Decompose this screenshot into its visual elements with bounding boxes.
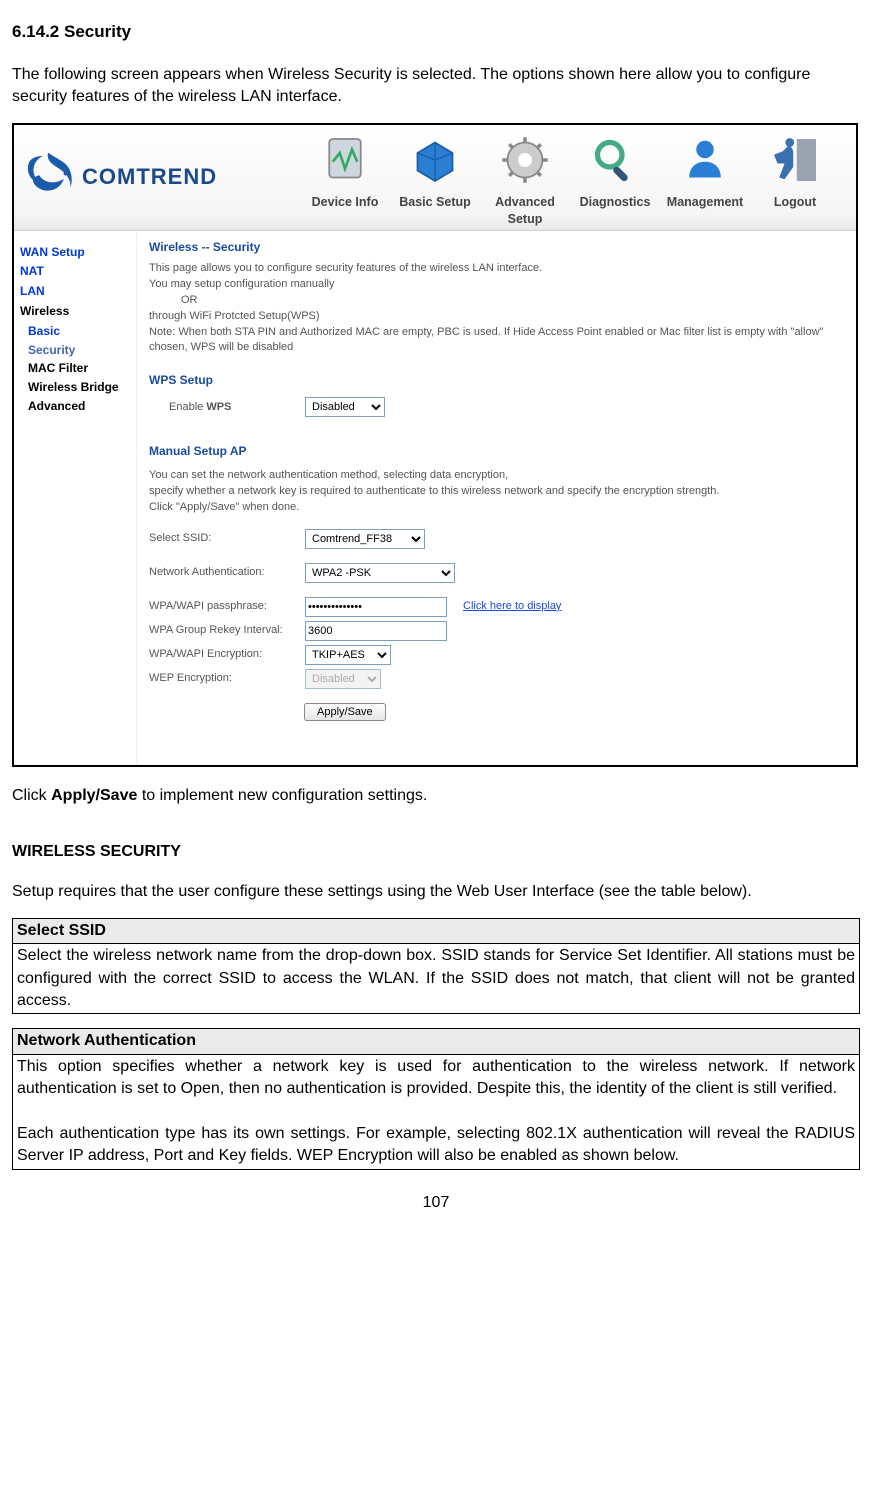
ssid-label: Select SSID:	[149, 531, 299, 546]
ssid-table-body: Select the wireless network name from th…	[13, 944, 860, 1014]
rekey-label: WPA Group Rekey Interval:	[149, 623, 299, 638]
content-title: Wireless -- Security	[149, 239, 848, 256]
logo-text: COMTREND	[82, 162, 217, 193]
auth-table-header: Network Authentication	[13, 1029, 860, 1054]
sidebar-wireless-bridge[interactable]: Wireless Bridge	[28, 379, 132, 396]
logo-swirl-icon	[20, 149, 76, 205]
auth-table: Network Authentication This option speci…	[12, 1028, 860, 1169]
enc-select[interactable]: TKIP+AES	[305, 645, 391, 665]
ssid-table-header: Select SSID	[13, 918, 860, 943]
top-nav: Device Info Basic Setup Advanced Setup D…	[300, 126, 840, 229]
nav-diagnostics[interactable]: Diagnostics	[570, 126, 660, 229]
router-screenshot: COMTREND Device Info Basic Setup Advance…	[12, 123, 858, 767]
nav-label: Device Info	[300, 194, 390, 212]
content-p2: You may setup configuration manually	[149, 277, 848, 292]
wps-header: WPS Setup	[149, 372, 848, 389]
device-info-icon	[300, 126, 390, 194]
apply-save-button[interactable]: Apply/Save	[304, 703, 386, 721]
manual-header: Manual Setup AP	[149, 443, 848, 460]
pass-display-link[interactable]: Click here to display	[463, 599, 561, 614]
auth-label: Network Authentication:	[149, 565, 299, 580]
content-p1: This page allows you to configure securi…	[149, 261, 848, 276]
diagnostics-icon	[570, 126, 660, 194]
sidebar-nat[interactable]: NAT	[20, 263, 132, 280]
manual-p2: specify whether a network key is require…	[149, 484, 848, 499]
logo: COMTREND	[20, 149, 290, 205]
ssid-table: Select SSID Select the wireless network …	[12, 918, 860, 1015]
wireless-security-heading: WIRELESS SECURITY	[12, 841, 860, 863]
manual-p1: You can set the network authentication m…	[149, 468, 848, 483]
topbar: COMTREND Device Info Basic Setup Advance…	[14, 125, 856, 231]
wep-select: Disabled	[305, 669, 381, 689]
wps-label: Enable WPS	[149, 400, 299, 415]
content-panel: Wireless -- Security This page allows yo…	[137, 231, 856, 766]
sidebar-basic[interactable]: Basic	[28, 323, 132, 340]
wps-select[interactable]: Disabled	[305, 397, 385, 417]
sidebar-security[interactable]: Security	[28, 342, 132, 359]
nav-management[interactable]: Management	[660, 126, 750, 229]
section-title: 6.14.2 Security	[12, 20, 860, 44]
nav-label: Basic Setup	[390, 194, 480, 212]
nav-basic-setup[interactable]: Basic Setup	[390, 126, 480, 229]
sidebar-advanced[interactable]: Advanced	[28, 398, 132, 415]
auth-select[interactable]: WPA2 -PSK	[305, 563, 455, 583]
post-screenshot-text: Click Apply/Save to implement new config…	[12, 785, 860, 807]
nav-logout[interactable]: Logout	[750, 126, 840, 229]
manual-p3: Click "Apply/Save" when done.	[149, 500, 848, 515]
basic-setup-icon	[390, 126, 480, 194]
wep-label: WEP Encryption:	[149, 671, 299, 686]
ssid-select[interactable]: Comtrend_FF38	[305, 529, 425, 549]
pass-input[interactable]	[305, 597, 447, 617]
intro-paragraph: The following screen appears when Wirele…	[12, 64, 860, 109]
nav-label: Logout	[750, 194, 840, 212]
sidebar: WAN Setup NAT LAN Wireless Basic Securit…	[14, 231, 137, 766]
sidebar-wan-setup[interactable]: WAN Setup	[20, 244, 132, 261]
nav-label: Management	[660, 194, 750, 212]
sidebar-wireless[interactable]: Wireless	[20, 303, 132, 320]
nav-advanced-setup[interactable]: Advanced Setup	[480, 126, 570, 229]
auth-table-body: This option specifies whether a network …	[13, 1054, 860, 1169]
sidebar-lan[interactable]: LAN	[20, 283, 132, 300]
pass-label: WPA/WAPI passphrase:	[149, 599, 299, 614]
content-p4: Note: When both STA PIN and Authorized M…	[149, 325, 848, 355]
management-icon	[660, 126, 750, 194]
enc-label: WPA/WAPI Encryption:	[149, 647, 299, 662]
advanced-setup-icon	[480, 126, 570, 194]
nav-label: Diagnostics	[570, 194, 660, 212]
logout-icon	[750, 126, 840, 194]
content-or: OR	[181, 293, 848, 308]
rekey-input[interactable]	[305, 621, 447, 641]
setup-text: Setup requires that the user configure t…	[12, 881, 860, 903]
nav-label: Advanced Setup	[480, 194, 570, 229]
content-p3: through WiFi Protcted Setup(WPS)	[149, 309, 848, 324]
page-number: 107	[12, 1192, 860, 1214]
nav-device-info[interactable]: Device Info	[300, 126, 390, 229]
sidebar-mac-filter[interactable]: MAC Filter	[28, 360, 132, 377]
